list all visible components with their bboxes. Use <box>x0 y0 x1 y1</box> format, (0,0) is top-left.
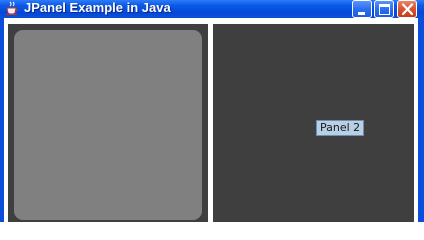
panel-1-rounded-area <box>14 30 202 220</box>
maximize-icon <box>379 4 390 15</box>
close-icon <box>401 3 414 16</box>
panel-1 <box>8 24 208 222</box>
minimize-icon <box>358 12 365 15</box>
maximize-button[interactable] <box>374 0 394 18</box>
title-bar[interactable]: JPanel Example in Java <box>0 0 424 18</box>
panel-2: Panel 2 <box>213 24 414 222</box>
java-cup-icon[interactable] <box>5 1 19 16</box>
close-button[interactable] <box>397 0 417 18</box>
window-frame-right[interactable] <box>418 18 424 222</box>
panel-2-label: Panel 2 <box>316 120 365 136</box>
app-window: JPanel Example in Java Panel 2 <box>0 0 424 222</box>
window-title: JPanel Example in Java <box>24 0 171 15</box>
minimize-button[interactable] <box>352 0 372 18</box>
